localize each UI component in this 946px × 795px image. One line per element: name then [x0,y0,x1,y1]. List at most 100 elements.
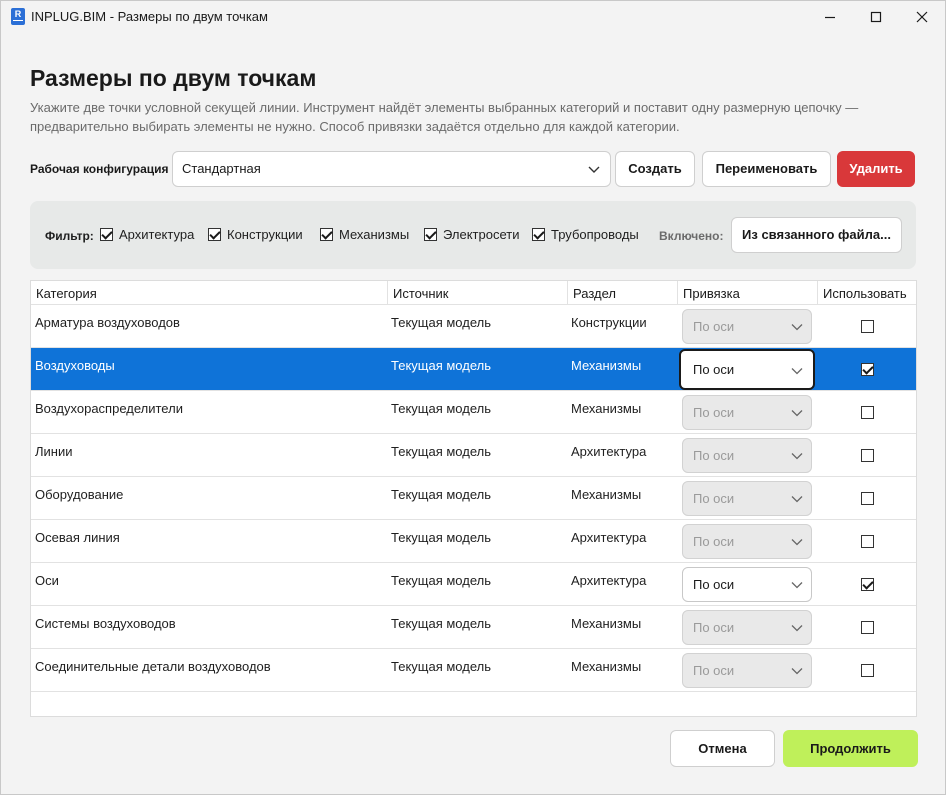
cell-source: Текущая модель [391,530,491,545]
cell-section: Конструкции [571,315,647,330]
filter-checkbox[interactable] [424,228,437,241]
continue-button[interactable]: Продолжить [783,730,918,767]
filter-panel: Фильтр: Архитектура Конструкции Механизм… [30,201,916,269]
filter-electrical[interactable]: Электросети [424,227,520,242]
use-checkbox[interactable] [861,578,874,591]
snap-value: По оси [693,620,735,635]
table-row[interactable]: Линии Текущая модель Архитектура По оси [31,434,916,477]
snap-select[interactable]: По оси [682,309,812,344]
page-description: Укажите две точки условной секущей линии… [30,100,859,134]
cell-category: Осевая линия [35,530,120,545]
filter-item-label: Трубопроводы [551,227,639,242]
filter-piping[interactable]: Трубопроводы [532,227,639,242]
table-row[interactable]: Оси Текущая модель Архитектура По оси [31,563,916,606]
cell-section: Механизмы [571,659,642,674]
use-checkbox[interactable] [861,449,874,462]
delete-config-button[interactable]: Удалить [837,151,915,187]
cell-section: Архитектура [571,444,647,459]
table-row[interactable]: Воздухораспределители Текущая модель Механ… [31,391,916,434]
filter-checkbox[interactable] [100,228,113,241]
filter-mechanical[interactable]: Механизмы [320,227,409,242]
snap-value: По оси [693,319,735,334]
chevron-down-icon [791,668,803,675]
linked-file-button[interactable]: Из связанного файла... [731,217,902,253]
table-row[interactable]: Арматура воздуховодов Текущая модель Конст… [31,305,916,348]
cell-category: Системы воздуховодов [35,616,176,631]
cancel-button[interactable]: Отмена [670,730,775,767]
snap-select[interactable]: По оси [682,567,812,602]
column-header-use[interactable]: Использовать [818,281,916,305]
snap-select[interactable]: По оси [682,610,812,645]
chevron-down-icon [791,582,803,589]
chevron-down-icon [791,324,803,331]
categories-table: Категория Источник Раздел Привязка Испол… [30,280,917,717]
snap-value: По оси [693,362,735,377]
filter-item-label: Механизмы [339,227,410,242]
cell-source: Текущая модель [391,444,491,459]
cell-section: Механизмы [571,487,642,502]
chevron-down-icon [791,496,803,503]
close-button[interactable] [899,1,945,33]
use-checkbox[interactable] [861,621,874,634]
maximize-button[interactable] [853,1,899,33]
cell-category: Линии [35,444,73,459]
minimize-button[interactable] [807,1,853,33]
create-config-button[interactable]: Создать [615,151,695,187]
snap-select[interactable]: По оси [682,481,812,516]
filter-checkbox[interactable] [320,228,333,241]
snap-select[interactable]: По оси [682,395,812,430]
snap-value: По оси [693,663,735,678]
window-title: INPLUG.BIM - Размеры по двум точкам [31,9,268,24]
snap-value: По оси [693,534,735,549]
cell-section: Архитектура [571,573,647,588]
chevron-down-icon [791,539,803,546]
snap-select[interactable]: По оси [682,653,812,688]
table-row[interactable]: Осевая линия Текущая модель Архитектура По … [31,520,916,563]
table-header: Категория Источник Раздел Привязка Испол… [31,281,916,305]
column-header-category[interactable]: Категория [31,281,388,305]
chevron-down-icon [791,410,803,417]
config-selected-value: Стандартная [182,161,261,176]
cell-source: Текущая модель [391,487,491,502]
chevron-down-icon [791,453,803,460]
cell-category: Воздуховоды [35,358,115,373]
chevron-down-icon [791,368,803,375]
snap-value: По оси [693,491,735,506]
use-checkbox[interactable] [861,492,874,505]
chevron-down-icon [588,166,600,173]
filter-item-label: Электросети [443,227,520,242]
column-header-snap[interactable]: Привязка [678,281,818,305]
table-row[interactable]: Системы воздуховодов Текущая модель Механи… [31,606,916,649]
column-header-section[interactable]: Раздел [568,281,678,305]
cell-category: Соединительные детали воздуховодов [35,659,271,674]
cell-section: Механизмы [571,616,642,631]
cell-section: Механизмы [571,358,642,373]
cell-category: Оборудование [35,487,124,502]
use-checkbox[interactable] [861,406,874,419]
column-header-source[interactable]: Источник [388,281,568,305]
use-checkbox[interactable] [861,535,874,548]
use-checkbox[interactable] [861,363,874,376]
cell-section: Архитектура [571,530,647,545]
maximize-icon [870,11,882,23]
cell-source: Текущая модель [391,616,491,631]
snap-select[interactable]: По оси [679,349,815,390]
table-row[interactable]: Оборудование Текущая модель Механизмы По ос… [31,477,916,520]
filter-item-label: Конструкции [227,227,303,242]
snap-select[interactable]: По оси [682,438,812,473]
snap-value: По оси [693,577,735,592]
filter-structures[interactable]: Конструкции [208,227,303,242]
filter-checkbox[interactable] [532,228,545,241]
snap-select[interactable]: По оси [682,524,812,559]
rename-config-button[interactable]: Переименовать [702,151,831,187]
filter-checkbox[interactable] [208,228,221,241]
use-checkbox[interactable] [861,320,874,333]
title-bar: R INPLUG.BIM - Размеры по двум точкам [1,1,945,33]
page-title: Размеры по двум точкам [30,65,317,91]
table-row[interactable]: Соединительные детали воздуховодов Текуща… [31,649,916,692]
table-row[interactable]: Воздуховоды Текущая модель Механизмы По оси [31,348,916,391]
use-checkbox[interactable] [861,664,874,677]
filter-architecture[interactable]: Архитектура [100,227,194,242]
cell-category: Воздухораспределители [35,401,183,416]
config-select[interactable]: Стандартная [172,151,611,187]
